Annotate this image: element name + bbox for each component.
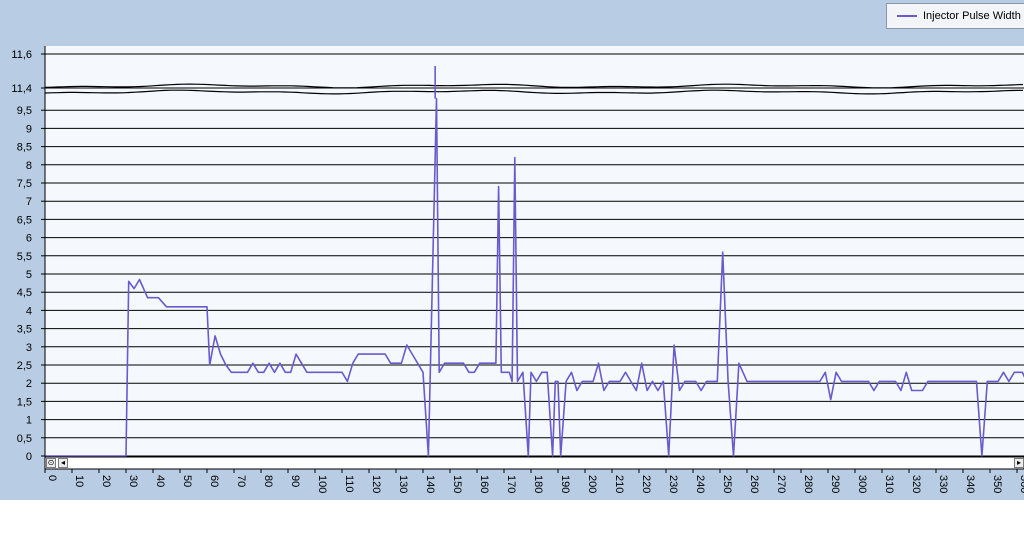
x-tick-label: 0 xyxy=(46,475,58,481)
x-tick-label: 90 xyxy=(289,475,301,487)
x-tick-label: 120 xyxy=(370,475,382,493)
x-tick-label: 40 xyxy=(154,475,166,487)
y-tick-label: 2,5 xyxy=(17,360,32,372)
x-tick-label: 110 xyxy=(343,475,355,493)
plot-area xyxy=(45,46,1024,458)
x-tick-label: 160 xyxy=(478,475,490,493)
x-tick-label: 310 xyxy=(883,475,895,493)
legend-swatch xyxy=(897,15,917,17)
y-tick-label: 4,5 xyxy=(17,287,32,299)
x-tick-label: 30 xyxy=(127,475,139,487)
left-arrow-icon: ◂ xyxy=(60,458,65,467)
x-tick-label: 220 xyxy=(640,475,652,493)
x-tick-label: 200 xyxy=(586,475,598,493)
scroll-right-button[interactable]: ▸ xyxy=(1014,458,1024,468)
y-tick-label: 7,5 xyxy=(17,178,32,190)
x-tick-label: 360 xyxy=(1018,475,1024,493)
y-tick-label: 6 xyxy=(26,233,32,245)
y-tick-label: 2 xyxy=(26,378,32,390)
right-arrow-icon: ▸ xyxy=(1016,458,1021,467)
x-tick-label: 80 xyxy=(262,475,274,487)
horizontal-scrollbar xyxy=(44,456,1024,470)
y-tick-label: 6,5 xyxy=(17,214,32,226)
y-tick-label: 0,5 xyxy=(17,433,32,445)
x-tick-label: 270 xyxy=(775,475,787,493)
x-tick-label: 140 xyxy=(424,475,436,493)
y-tick-label: 9 xyxy=(26,123,32,135)
y-tick-label: 3,5 xyxy=(17,324,32,336)
legend-label: Injector Pulse Width xyxy=(923,10,1021,22)
target-icon: ⊙ xyxy=(47,458,55,467)
x-tick-label: 10 xyxy=(73,475,85,487)
x-tick-label: 130 xyxy=(397,475,409,493)
x-tick-label: 260 xyxy=(748,475,760,493)
x-tick-label: 100 xyxy=(316,475,328,493)
x-tick-label: 350 xyxy=(991,475,1003,493)
x-tick-label: 180 xyxy=(532,475,544,493)
scroll-left-button[interactable]: ◂ xyxy=(58,458,68,468)
x-tick-label: 230 xyxy=(667,475,679,493)
y-tick-label: 8,5 xyxy=(17,142,32,154)
y-tick-label: 8 xyxy=(26,160,32,172)
x-tick-label: 20 xyxy=(100,475,112,487)
y-tick-label: 3 xyxy=(26,342,32,354)
y-tick-label: 4 xyxy=(26,305,32,317)
x-tick-label: 300 xyxy=(856,475,868,493)
line-chart: 0 0,5 1 1,5 2 2,5 3 3,5 4 4,5 5 5,5 6 6,5 7 7,5 8 8,5 9 9,5… xyxy=(11,46,1024,493)
x-tick-label: 280 xyxy=(802,475,814,493)
x-tick-label: 190 xyxy=(559,475,571,493)
y-tick-label: 11,4 xyxy=(11,83,32,95)
x-tick-label: 150 xyxy=(451,475,463,493)
x-tick-label: 320 xyxy=(910,475,922,493)
legend: Injector Pulse Width xyxy=(886,3,1024,29)
y-tick-label: 7 xyxy=(26,196,32,208)
chart-window: 0 0,5 1 1,5 2 2,5 3 3,5 4 4,5 5 5,5 6 6,5 7 7,5 8 8,5 9 9,5… xyxy=(0,0,1024,500)
y-tick-label: 9,5 xyxy=(17,105,32,117)
x-tick-label: 340 xyxy=(964,475,976,493)
x-tick-label: 70 xyxy=(235,475,247,487)
y-tick-label: 1 xyxy=(26,415,32,427)
scroll-reset-button[interactable]: ⊙ xyxy=(46,458,56,468)
y-axis-ticks: 0 0,5 1 1,5 2 2,5 3 3,5 4 4,5 5 5,5 6 6,5 7 7,5 8 8,5 9 9,5… xyxy=(11,49,45,463)
y-tick-label: 11,6 xyxy=(11,49,32,61)
x-tick-label: 330 xyxy=(937,475,949,493)
y-tick-label: 5,5 xyxy=(17,251,32,263)
x-tick-label: 50 xyxy=(181,475,193,487)
x-axis-ticks: 0 10 20 30 40 50 60 70 80 90 100 110 120 130 140 150 160… xyxy=(44,468,1024,493)
x-tick-label: 250 xyxy=(721,475,733,493)
y-tick-label: 0 xyxy=(26,451,32,463)
y-tick-label: 5 xyxy=(26,269,32,281)
x-tick-label: 60 xyxy=(208,475,220,487)
x-tick-label: 210 xyxy=(613,475,625,493)
x-tick-label: 170 xyxy=(505,475,517,493)
y-tick-label: 1,5 xyxy=(17,396,32,408)
x-tick-label: 240 xyxy=(694,475,706,493)
x-tick-label: 290 xyxy=(829,475,841,493)
